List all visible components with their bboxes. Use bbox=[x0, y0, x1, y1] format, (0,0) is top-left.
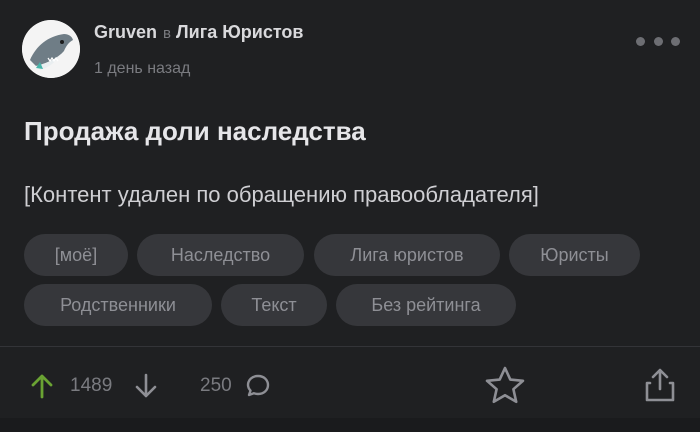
author-line: Gruven в Лига Юристов bbox=[94, 22, 303, 43]
post-time: 1 день назад bbox=[94, 60, 191, 77]
post-content: [Контент удален по обращению правооблада… bbox=[24, 182, 539, 207]
more-dots-icon bbox=[671, 36, 680, 46]
post-card: Gruven в Лига Юристов 1 день назад Продажа… bbox=[0, 0, 700, 432]
tag[interactable]: Текст bbox=[221, 284, 327, 326]
comment-icon bbox=[246, 374, 270, 397]
comments-button[interactable] bbox=[245, 373, 271, 399]
share-icon bbox=[645, 368, 675, 402]
star-icon bbox=[485, 366, 525, 404]
more-dots-icon bbox=[653, 36, 663, 46]
arrow-up-icon bbox=[31, 374, 53, 399]
author-avatar[interactable] bbox=[22, 20, 80, 78]
author-name[interactable]: Gruven bbox=[94, 22, 157, 42]
arrow-down-icon bbox=[135, 373, 157, 398]
community-name[interactable]: Лига Юристов bbox=[176, 22, 303, 42]
in-word: в bbox=[163, 25, 171, 42]
more-options-button[interactable] bbox=[636, 30, 680, 52]
more-dots-icon bbox=[636, 36, 645, 46]
rating-count: 1489 bbox=[70, 375, 113, 396]
downvote-button[interactable] bbox=[134, 373, 158, 399]
tag[interactable]: Родственники bbox=[24, 284, 212, 326]
shark-avatar-icon bbox=[22, 20, 80, 78]
tag[interactable]: Юристы bbox=[509, 234, 640, 276]
tag[interactable]: Лига юристов bbox=[314, 234, 500, 276]
tag[interactable]: Без рейтинга bbox=[336, 284, 516, 326]
post-title[interactable]: Продажа доли наследства bbox=[24, 116, 366, 147]
divider bbox=[0, 346, 700, 347]
save-button[interactable] bbox=[483, 365, 527, 407]
tag[interactable]: Наследство bbox=[137, 234, 304, 276]
share-button[interactable] bbox=[644, 367, 676, 403]
upvote-button[interactable] bbox=[30, 373, 54, 399]
tag[interactable]: [моё] bbox=[24, 234, 128, 276]
comments-count[interactable]: 250 bbox=[200, 375, 232, 397]
bottom-separator bbox=[0, 418, 700, 432]
